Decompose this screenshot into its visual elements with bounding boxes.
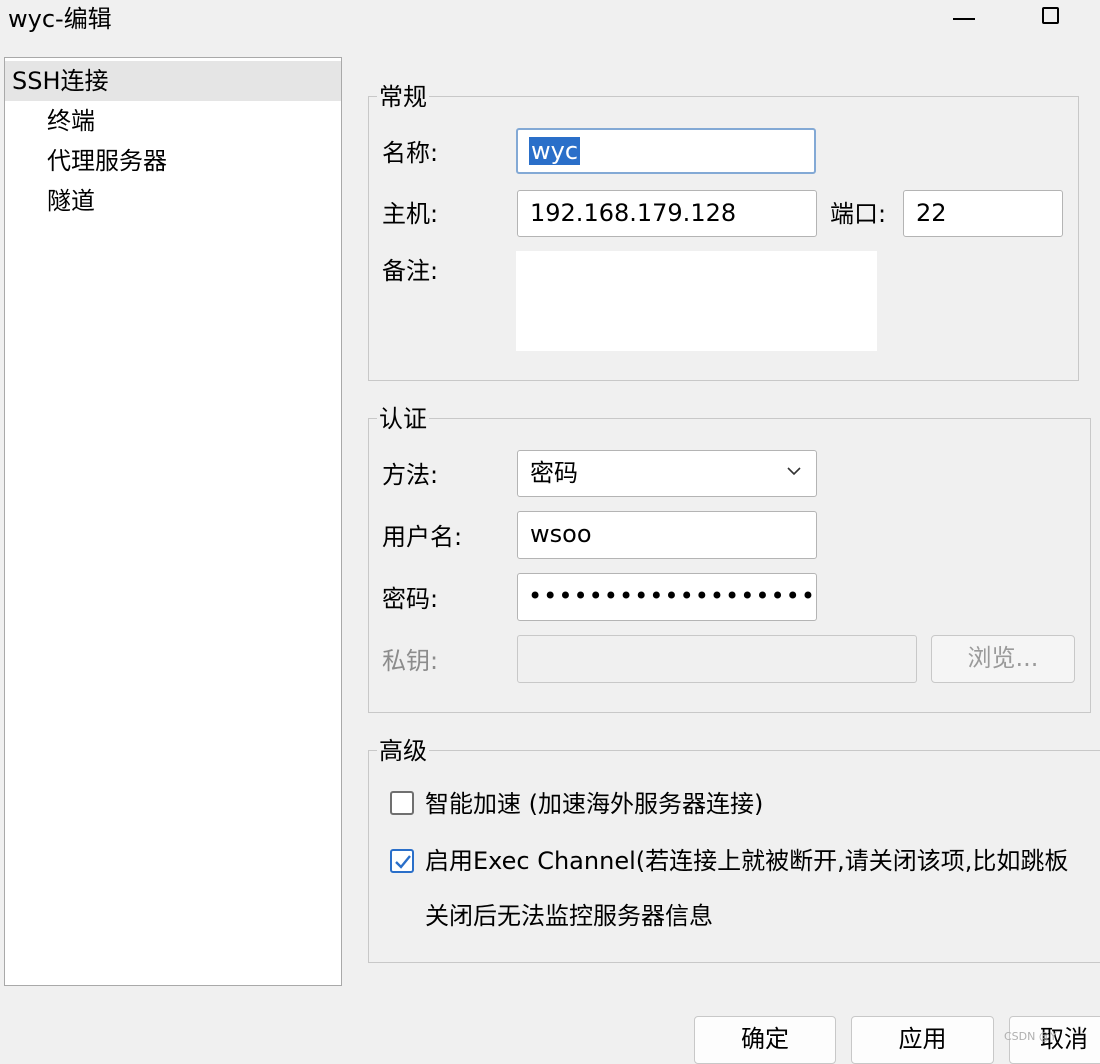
private-key-label: 私钥: <box>382 647 439 675</box>
auth-legend: 认证 <box>377 404 429 434</box>
note-label: 备注: <box>382 257 439 285</box>
password-input[interactable]: ••••••••••••••••••••••• <box>517 573 817 621</box>
exec-channel-note: 关闭后无法监控服务器信息 <box>425 902 713 930</box>
exec-channel-label[interactable]: 启用Exec Channel(若连接上就被断开,请关闭该项,比如跳板 <box>425 846 1068 876</box>
name-value: wyc <box>529 137 581 165</box>
host-label: 主机: <box>382 200 439 228</box>
username-label: 用户名: <box>382 523 463 551</box>
category-tree: SSH连接 终端 代理服务器 隧道 <box>4 57 342 986</box>
watermark-text: CSDN @Y <box>1004 1030 1057 1043</box>
tree-item-proxy[interactable]: 代理服务器 <box>47 141 167 181</box>
tree-item-label: SSH连接 <box>12 67 109 95</box>
maximize-icon[interactable] <box>1042 7 1059 24</box>
tree-item-ssh-connection[interactable]: SSH连接 <box>5 61 341 101</box>
exec-channel-checkbox[interactable] <box>390 849 414 873</box>
window-title: wyc-编辑 <box>8 5 112 33</box>
tree-item-terminal[interactable]: 终端 <box>47 101 95 141</box>
note-textarea[interactable] <box>516 251 877 351</box>
apply-button[interactable]: 应用 <box>851 1016 994 1064</box>
password-label: 密码: <box>382 585 439 613</box>
port-input[interactable]: 22 <box>903 190 1063 237</box>
advanced-legend: 高级 <box>377 736 429 766</box>
name-label: 名称: <box>382 139 439 167</box>
smart-accel-label[interactable]: 智能加速 (加速海外服务器连接) <box>425 789 763 819</box>
tree-item-tunnel[interactable]: 隧道 <box>47 181 95 221</box>
method-select[interactable]: 密码 <box>517 450 817 497</box>
chevron-down-icon <box>787 467 801 476</box>
name-input[interactable]: wyc <box>516 128 816 174</box>
method-value: 密码 <box>530 459 578 487</box>
username-input[interactable]: wsoo <box>517 511 817 559</box>
smart-accel-checkbox[interactable] <box>390 791 414 815</box>
checkmark-icon <box>395 855 411 869</box>
general-legend: 常规 <box>377 82 429 112</box>
port-label: 端口: <box>830 200 887 228</box>
private-key-input <box>517 635 917 683</box>
browse-button: 浏览... <box>931 635 1075 683</box>
password-mask: ••••••••••••••••••••••• <box>528 582 816 610</box>
ok-button[interactable]: 确定 <box>694 1016 836 1064</box>
method-label: 方法: <box>382 461 439 489</box>
minimize-icon[interactable] <box>953 18 975 20</box>
host-input[interactable]: 192.168.179.128 <box>517 190 817 237</box>
